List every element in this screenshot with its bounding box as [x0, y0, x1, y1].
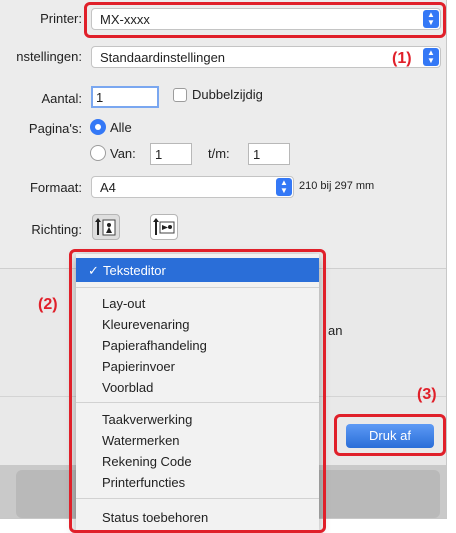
- pages-from-label: Van:: [110, 146, 136, 161]
- copies-label: Aantal:: [41, 91, 82, 106]
- highlight-box-3: [334, 414, 446, 456]
- copies-field[interactable]: 1: [91, 86, 159, 108]
- orientation-label: Richting:: [31, 222, 82, 237]
- presets-value: Standaardinstellingen: [100, 50, 226, 65]
- pages-label: Pagina's:: [28, 121, 82, 136]
- pages-from-field[interactable]: 1: [150, 143, 192, 165]
- highlight-box-2: [69, 249, 326, 533]
- callout-3: (3): [417, 386, 437, 403]
- highlight-box-1: [84, 2, 446, 38]
- landscape-icon: [153, 218, 175, 235]
- pages-to-field[interactable]: 1: [248, 143, 290, 165]
- partial-text: an: [328, 323, 343, 338]
- presets-popup[interactable]: Standaardinstellingen ▲ ▼: [91, 46, 441, 68]
- paper-label: Formaat:: [29, 180, 82, 195]
- duplex-checkbox[interactable]: [173, 88, 187, 102]
- presets-stepper-icon: ▲ ▼: [423, 48, 439, 66]
- orientation-landscape-button[interactable]: [150, 214, 178, 240]
- paper-size-text: 210 bij 297 mm: [299, 180, 375, 192]
- paper-value: A4: [100, 180, 116, 195]
- paper-stepper-icon: ▲ ▼: [276, 178, 292, 196]
- pages-to-label: t/m:: [208, 146, 230, 161]
- pages-all-radio[interactable]: [90, 119, 106, 135]
- duplex-label: Dubbelzijdig: [192, 87, 263, 102]
- presets-label: nstellingen:: [16, 49, 82, 64]
- printer-label: Printer:: [40, 11, 82, 26]
- paper-popup[interactable]: A4 ▲ ▼: [91, 176, 294, 198]
- pages-all-label: Alle: [110, 120, 132, 135]
- portrait-icon: [95, 218, 116, 236]
- callout-2: (2): [38, 296, 58, 313]
- orientation-portrait-button[interactable]: [92, 214, 120, 240]
- pages-range-radio[interactable]: [90, 145, 106, 161]
- callout-1: (1): [392, 50, 412, 67]
